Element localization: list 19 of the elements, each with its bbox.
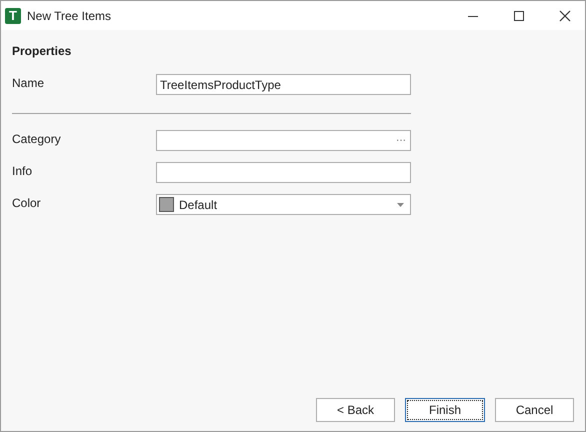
field-label: Name (12, 75, 46, 92)
section-heading: Properties (12, 43, 72, 60)
dialog-button[interactable]: Cancel (495, 398, 574, 422)
text-field[interactable] (156, 162, 411, 183)
dialog-button[interactable]: Finish (405, 398, 485, 422)
window-title: New Tree Items (27, 8, 112, 24)
color-dropdown[interactable]: Default (156, 194, 411, 215)
field-label: Category (12, 131, 62, 148)
text-field[interactable]: TreeItemsProductType (156, 74, 411, 95)
category-field[interactable]: ··· (156, 130, 411, 151)
app-logo-icon: T (5, 8, 21, 24)
field-label: Color (12, 195, 42, 212)
close-icon[interactable] (559, 10, 571, 22)
field-label: Info (12, 163, 34, 180)
browse-button[interactable]: ··· (395, 133, 407, 148)
caret-icon (397, 202, 404, 206)
maximize-icon[interactable] (513, 10, 525, 22)
dialog-button[interactable]: < Back (316, 398, 395, 422)
color-swatch-icon (159, 197, 174, 212)
